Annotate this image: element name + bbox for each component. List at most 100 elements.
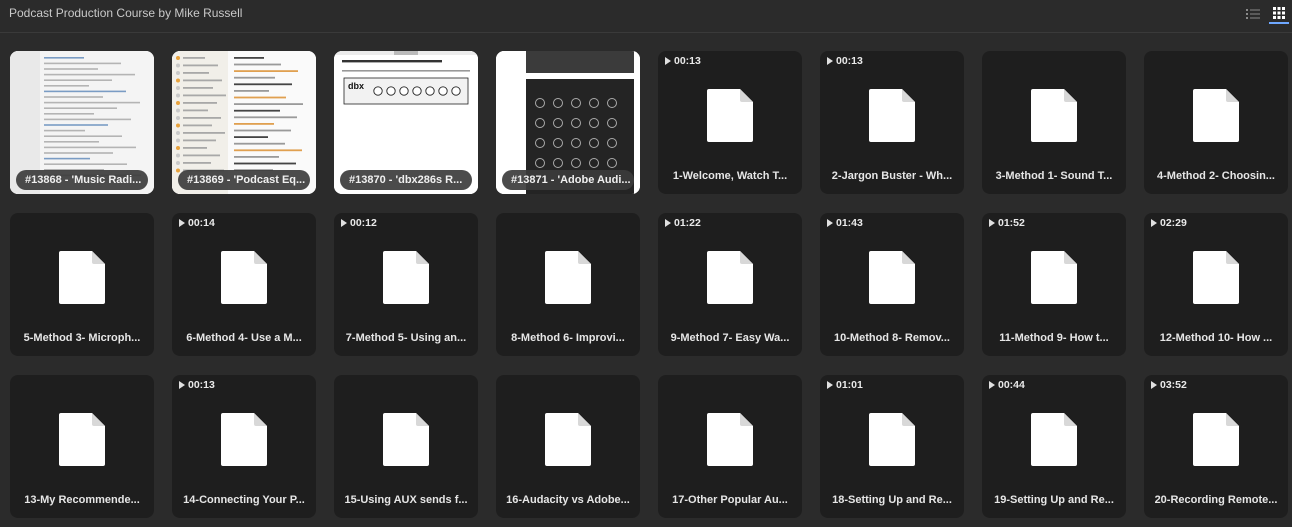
play-icon: [179, 381, 185, 389]
duration-text: 01:01: [836, 379, 863, 391]
tile-label: 15-Using AUX sends f...: [344, 494, 468, 506]
play-icon: [665, 57, 671, 65]
duration-text: 00:13: [188, 379, 215, 391]
file-icon: [868, 88, 916, 143]
file-icon: [382, 412, 430, 467]
file-icon: [706, 88, 754, 143]
tile-label: #13870 - 'dbx286s R...: [340, 170, 472, 190]
image-tile[interactable]: #13871 - 'Adobe Audi...: [496, 51, 640, 194]
tile-label: 13-My Recommende...: [24, 494, 140, 506]
file-icon: [868, 250, 916, 305]
tile-label: 10-Method 8- Remov...: [834, 332, 950, 344]
page-title: Podcast Production Course by Mike Russel…: [9, 6, 243, 20]
play-icon: [1151, 381, 1157, 389]
tile-label: #13871 - 'Adobe Audi...: [502, 170, 634, 190]
tile-label: 2-Jargon Buster - Wh...: [831, 170, 953, 182]
play-icon: [827, 219, 833, 227]
image-tile[interactable]: #13868 - 'Music Radi...: [10, 51, 154, 194]
grid-view-icon: [1273, 7, 1285, 19]
video-tile[interactable]: 16-Audacity vs Adobe...: [496, 375, 640, 518]
video-tile[interactable]: 01:43 10-Method 8- Remov...: [820, 213, 964, 356]
file-icon: [1030, 88, 1078, 143]
file-icon: [868, 412, 916, 467]
duration-badge: 00:14: [179, 217, 215, 229]
play-icon: [1151, 219, 1157, 227]
top-bar: Podcast Production Course by Mike Russel…: [0, 0, 1292, 33]
tile-label: 18-Setting Up and Re...: [832, 494, 952, 506]
tile-label: #13868 - 'Music Radi...: [16, 170, 148, 190]
video-tile[interactable]: 4-Method 2- Choosin...: [1144, 51, 1288, 194]
tile-label: 4-Method 2- Choosin...: [1157, 170, 1275, 182]
file-icon: [706, 250, 754, 305]
tile-label: 14-Connecting Your P...: [183, 494, 305, 506]
duration-badge: 00:13: [179, 379, 215, 391]
tile-label: 8-Method 6- Improvi...: [511, 332, 625, 344]
file-icon: [1192, 88, 1240, 143]
duration-badge: 02:29: [1151, 217, 1187, 229]
file-icon: [220, 412, 268, 467]
file-icon: [1030, 250, 1078, 305]
duration-text: 00:12: [350, 217, 377, 229]
duration-badge: 03:52: [1151, 379, 1187, 391]
tile-label: 6-Method 4- Use a M...: [186, 332, 302, 344]
play-icon: [665, 219, 671, 227]
video-tile[interactable]: 8-Method 6- Improvi...: [496, 213, 640, 356]
tile-label: 16-Audacity vs Adobe...: [506, 494, 630, 506]
tile-label: 17-Other Popular Au...: [672, 494, 788, 506]
duration-badge: 01:22: [665, 217, 701, 229]
tile-label: 7-Method 5- Using an...: [345, 332, 467, 344]
duration-text: 00:44: [998, 379, 1025, 391]
play-icon: [827, 381, 833, 389]
play-icon: [989, 381, 995, 389]
video-tile[interactable]: 00:44 19-Setting Up and Re...: [982, 375, 1126, 518]
duration-text: 01:22: [674, 217, 701, 229]
tile-label: 9-Method 7- Easy Wa...: [670, 332, 790, 344]
duration-text: 01:43: [836, 217, 863, 229]
duration-text: 01:52: [998, 217, 1025, 229]
video-tile[interactable]: 13-My Recommende...: [10, 375, 154, 518]
video-tile[interactable]: 01:01 18-Setting Up and Re...: [820, 375, 964, 518]
grid-view-button[interactable]: [1269, 4, 1289, 24]
duration-text: 00:14: [188, 217, 215, 229]
file-icon: [706, 412, 754, 467]
file-icon: [382, 250, 430, 305]
file-icon: [1030, 412, 1078, 467]
tile-label: 11-Method 9- How t...: [999, 332, 1109, 344]
video-tile[interactable]: 00:13 1-Welcome, Watch T...: [658, 51, 802, 194]
video-tile[interactable]: 15-Using AUX sends f...: [334, 375, 478, 518]
duration-text: 00:13: [674, 55, 701, 67]
duration-badge: 01:01: [827, 379, 863, 391]
video-tile[interactable]: 01:22 9-Method 7- Easy Wa...: [658, 213, 802, 356]
file-icon: [544, 412, 592, 467]
video-tile[interactable]: 00:13 2-Jargon Buster - Wh...: [820, 51, 964, 194]
play-icon: [827, 57, 833, 65]
list-view-button[interactable]: [1243, 4, 1263, 24]
play-icon: [989, 219, 995, 227]
duration-badge: 00:13: [827, 55, 863, 67]
play-icon: [341, 219, 347, 227]
video-tile[interactable]: 00:13 14-Connecting Your P...: [172, 375, 316, 518]
tile-label: 1-Welcome, Watch T...: [672, 170, 788, 182]
duration-badge: 00:44: [989, 379, 1025, 391]
video-tile[interactable]: 17-Other Popular Au...: [658, 375, 802, 518]
image-tile[interactable]: dbx #13870 - 'dbx286s R...: [334, 51, 478, 194]
play-icon: [179, 219, 185, 227]
duration-badge: 01:43: [827, 217, 863, 229]
video-tile[interactable]: 5-Method 3- Microph...: [10, 213, 154, 356]
duration-text: 00:13: [836, 55, 863, 67]
file-icon: [58, 412, 106, 467]
duration-text: 03:52: [1160, 379, 1187, 391]
video-tile[interactable]: 02:29 12-Method 10- How ...: [1144, 213, 1288, 356]
duration-badge: 01:52: [989, 217, 1025, 229]
video-tile[interactable]: 03:52 20-Recording Remote...: [1144, 375, 1288, 518]
video-tile[interactable]: 00:12 7-Method 5- Using an...: [334, 213, 478, 356]
duration-badge: 00:13: [665, 55, 701, 67]
file-icon: [544, 250, 592, 305]
file-icon: [1192, 250, 1240, 305]
video-tile[interactable]: 00:14 6-Method 4- Use a M...: [172, 213, 316, 356]
image-tile[interactable]: #13869 - 'Podcast Eq...: [172, 51, 316, 194]
list-view-icon: [1246, 9, 1260, 19]
video-tile[interactable]: 3-Method 1- Sound T...: [982, 51, 1126, 194]
tile-label: #13869 - 'Podcast Eq...: [178, 170, 310, 190]
video-tile[interactable]: 01:52 11-Method 9- How t...: [982, 213, 1126, 356]
